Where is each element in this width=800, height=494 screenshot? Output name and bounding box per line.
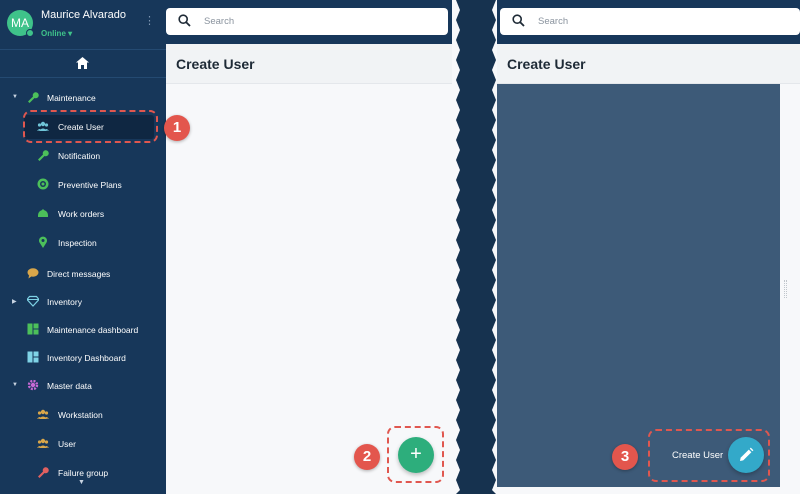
sidebar-item-label: Direct messages <box>47 269 111 279</box>
chevron-down-icon: ▼ <box>12 94 18 100</box>
sidebar-item-label: Work orders <box>58 209 105 219</box>
online-status-dot <box>26 29 34 37</box>
wrench-icon <box>38 467 49 478</box>
search-bar[interactable] <box>166 8 448 35</box>
step-badge: 2 <box>354 444 380 470</box>
location-pin-icon <box>39 236 47 248</box>
sidebar-item-label: Maintenance dashboard <box>47 325 139 335</box>
sidebar-item-label: Inspection <box>58 238 97 248</box>
sidebar-item-label: Notification <box>58 151 101 161</box>
page-title: Create User <box>176 56 255 72</box>
sidebar-item-label: Maintenance <box>47 93 96 103</box>
resize-handle[interactable] <box>784 280 787 298</box>
dimmed-overlay[interactable] <box>497 84 780 487</box>
scroll-down-icon[interactable]: ▼ <box>78 479 85 486</box>
users-icon <box>37 409 49 419</box>
target-icon <box>37 178 49 190</box>
sidebar-item-workstation[interactable]: Workstation <box>0 403 166 427</box>
topbar <box>166 0 456 44</box>
profile-name: Maurice Alvarado <box>41 9 126 21</box>
grid-icon <box>27 323 39 335</box>
step-badge: 1 <box>164 115 190 141</box>
highlight-box <box>387 426 444 483</box>
search-icon <box>512 14 525 27</box>
sidebar-item-inventory[interactable]: ▶ Inventory <box>0 290 166 314</box>
sidebar-item-master-data[interactable]: ▼ Master data <box>0 374 166 398</box>
sidebar-item-work-orders[interactable]: Work orders <box>0 202 166 226</box>
search-input[interactable] <box>204 14 364 29</box>
sidebar-item-label: User <box>58 439 76 449</box>
sidebar-item-preventive-plans[interactable]: Preventive Plans <box>0 173 166 197</box>
sidebar-item-notification[interactable]: Notification <box>0 144 166 168</box>
main-panel-before: Create User <box>166 0 456 494</box>
sidebar-item-label: Workstation <box>58 410 103 420</box>
sidebar-item-label: Inventory Dashboard <box>47 353 126 363</box>
page-header: Create User <box>166 44 456 84</box>
search-bar[interactable] <box>500 8 800 35</box>
sidebar-item-direct-messages[interactable]: Direct messages <box>0 262 166 286</box>
sidebar-item-label: Preventive Plans <box>58 180 122 190</box>
sidebar-item-maintenance-dashboard[interactable]: Maintenance dashboard <box>0 318 166 342</box>
chevron-right-icon: ▶ <box>12 299 17 305</box>
grid-icon <box>27 351 39 363</box>
main-panel-after: Create User <box>497 0 800 494</box>
diamond-icon <box>27 295 39 307</box>
sidebar-item-label: Failure group <box>58 468 109 478</box>
search-icon <box>178 14 191 27</box>
sidebar: MA Maurice Alvarado Online ▾ ⋮ ▼ Mainten… <box>0 0 166 494</box>
torn-edge-left <box>452 0 460 494</box>
sidebar-item-label: Master data <box>47 381 92 391</box>
search-input[interactable] <box>538 14 698 29</box>
step-badge: 3 <box>612 444 638 470</box>
helmet-icon <box>38 209 48 217</box>
home-button[interactable] <box>0 49 166 78</box>
more-options-icon[interactable]: ⋮ <box>144 14 155 27</box>
user-profile[interactable]: MA Maurice Alvarado Online ▾ ⋮ <box>0 0 166 44</box>
highlight-box <box>23 110 158 143</box>
topbar <box>497 0 800 44</box>
wrench-icon <box>38 150 49 161</box>
chat-icon <box>27 268 39 279</box>
sidebar-item-inventory-dashboard[interactable]: Inventory Dashboard <box>0 346 166 370</box>
sidebar-item-label: Inventory <box>47 297 82 307</box>
highlight-box <box>648 429 770 482</box>
status-dropdown[interactable]: Online ▾ <box>41 29 72 38</box>
page-header: Create User <box>497 44 800 84</box>
sidebar-item-inspection[interactable]: Inspection <box>0 231 166 255</box>
wrench-icon <box>28 92 39 103</box>
page-title: Create User <box>507 56 586 72</box>
sidebar-item-user[interactable]: User <box>0 432 166 456</box>
chevron-down-icon: ▼ <box>12 382 18 388</box>
users-icon <box>37 438 49 448</box>
home-icon <box>76 57 89 69</box>
sidebar-item-maintenance[interactable]: ▼ Maintenance <box>0 86 166 110</box>
gear-icon <box>27 379 39 391</box>
